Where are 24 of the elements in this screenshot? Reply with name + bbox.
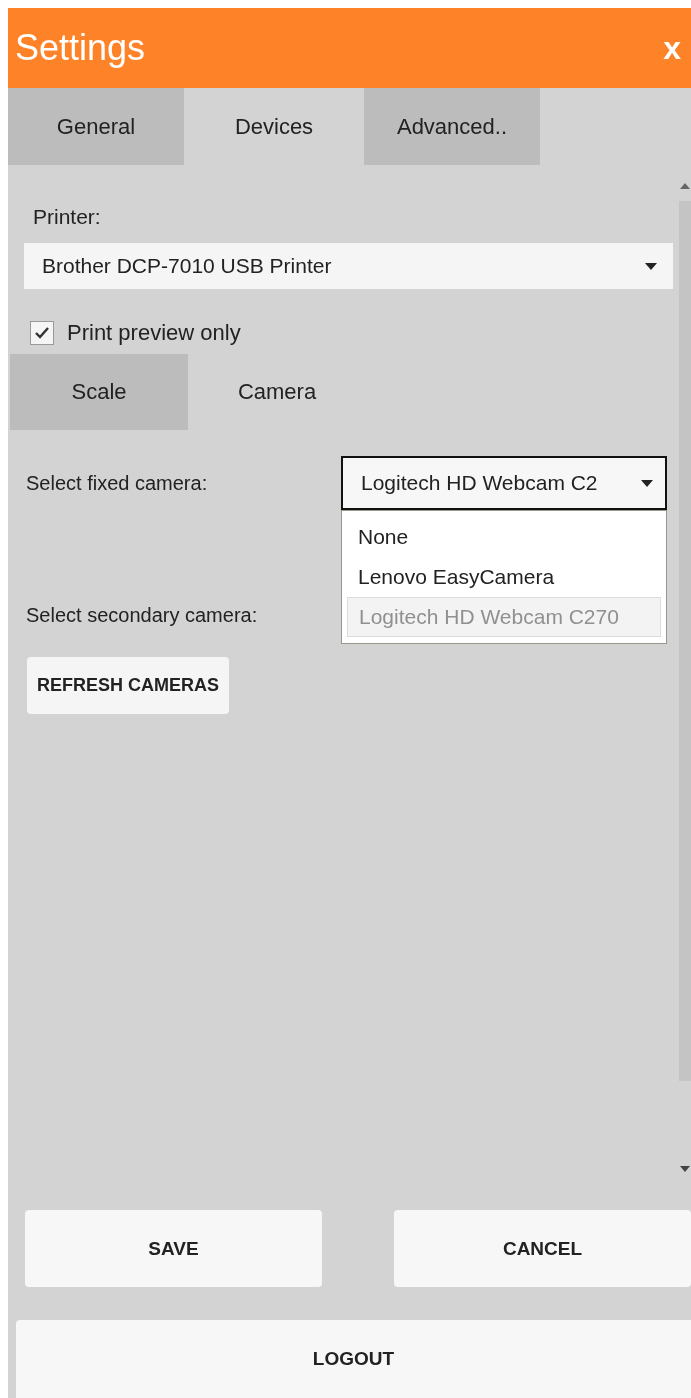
save-button[interactable]: SAVE (25, 1210, 322, 1287)
camera-dropdown[interactable]: Logitech HD Webcam C2 (341, 456, 667, 510)
refresh-cameras-button[interactable]: REFRESH CAMERAS (27, 657, 229, 714)
dropdown-option[interactable]: Lenovo EasyCamera (347, 557, 661, 597)
scroll-up-icon[interactable] (680, 183, 690, 189)
printer-label: Printer: (33, 205, 102, 230)
window-title: Settings (15, 27, 146, 69)
scroll-down-icon[interactable] (680, 1166, 690, 1172)
tab[interactable]: Advanced.. (364, 88, 540, 165)
check-icon (34, 326, 50, 340)
secondary-camera-label: Select secondary camera: (26, 603, 258, 627)
tab[interactable]: Devices (184, 88, 364, 165)
checkbox[interactable] (30, 321, 54, 345)
tab[interactable]: Scale (10, 354, 188, 430)
caret-icon (645, 262, 657, 270)
checkbox-label: Print preview only (67, 320, 241, 346)
fixed-camera-label: Select fixed camera: (26, 471, 209, 495)
dropdown-option[interactable]: None (347, 517, 661, 557)
tab[interactable]: General (8, 88, 184, 165)
caret-icon (641, 479, 653, 487)
tab[interactable]: Camera (188, 354, 366, 430)
cancel-button[interactable]: CANCEL (394, 1210, 691, 1287)
logout-button[interactable]: LOGOUT (16, 1320, 691, 1398)
printer-dropdown[interactable]: Brother DCP-7010 USB Printer (24, 243, 673, 289)
